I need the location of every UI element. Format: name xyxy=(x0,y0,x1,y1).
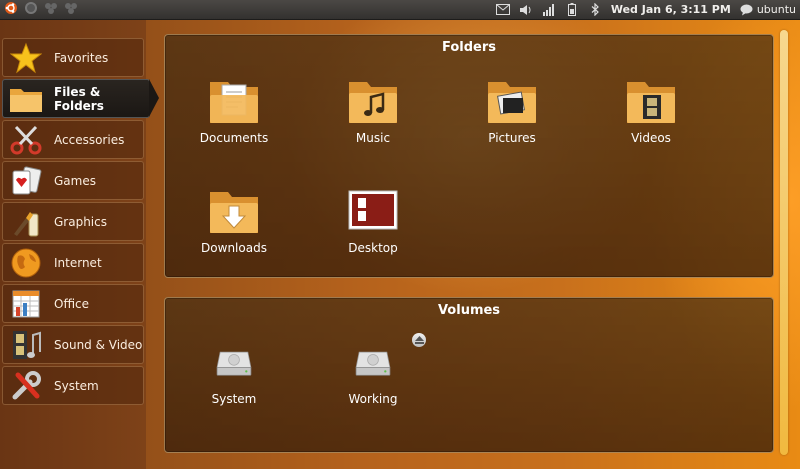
sidebar-item-office[interactable]: Office xyxy=(2,284,144,323)
volume-working[interactable]: Working xyxy=(308,346,438,406)
sidebar-item-favorites[interactable]: Favorites xyxy=(2,38,144,77)
chat-icon xyxy=(740,3,754,17)
paintbrush-icon xyxy=(9,205,43,239)
folder-label: Downloads xyxy=(201,241,267,255)
ubuntu-logo-icon[interactable] xyxy=(4,1,18,15)
downloads-folder-icon xyxy=(210,192,258,233)
folder-label: Documents xyxy=(199,131,269,145)
folder-label: Desktop xyxy=(348,241,398,255)
folder-desktop[interactable]: Desktop xyxy=(308,187,438,255)
folder-pictures[interactable]: Pictures xyxy=(447,77,577,145)
sidebar-item-label: Files & Folders xyxy=(54,84,104,113)
hard-drive-icon xyxy=(216,351,252,376)
folder-videos[interactable]: Videos xyxy=(586,77,716,145)
user-name: ubuntu xyxy=(756,3,796,16)
sidebar-item-games[interactable]: Games xyxy=(2,161,144,200)
clock[interactable]: Wed Jan 6, 3:11 PM xyxy=(611,3,731,16)
firefox-icon[interactable] xyxy=(24,1,38,15)
sidebar-item-system[interactable]: System xyxy=(2,366,144,405)
documents-folder-icon xyxy=(210,82,258,123)
scissors-icon xyxy=(9,123,43,157)
sidebar-item-label: Graphics xyxy=(54,214,107,229)
folder-downloads[interactable]: Downloads xyxy=(169,187,299,255)
sidebar-item-label: Sound & Video xyxy=(54,337,143,352)
sidebar-item-label: Favorites xyxy=(54,50,109,65)
battery-icon[interactable] xyxy=(565,3,579,17)
top-panel: Wed Jan 6, 3:11 PM ubuntu xyxy=(0,0,800,20)
music-folder-icon xyxy=(349,82,397,123)
sidebar-item-sound-video[interactable]: Sound & Video xyxy=(2,325,144,364)
sidebar-item-label: Games xyxy=(54,173,96,188)
folders-panel: Folders Documents Music Pictures Videos … xyxy=(164,34,774,278)
hard-drive-icon xyxy=(355,351,391,376)
star-icon xyxy=(9,41,43,75)
volume-system[interactable]: System xyxy=(169,346,299,406)
folder-label: Music xyxy=(355,131,391,145)
folder-label: Pictures xyxy=(488,131,536,145)
folder-label: Videos xyxy=(631,131,671,145)
tools-icon xyxy=(9,369,43,403)
volume-label: Working xyxy=(348,392,398,406)
filmstrip-icon xyxy=(9,328,43,362)
globe-icon xyxy=(9,246,43,280)
scrollbar[interactable] xyxy=(780,30,788,455)
group-icon[interactable] xyxy=(64,1,78,15)
volume-icon[interactable] xyxy=(519,3,533,17)
volume-label: System xyxy=(211,392,257,406)
folder-music[interactable]: Music xyxy=(308,77,438,145)
spreadsheet-icon xyxy=(9,287,43,321)
folder-icon xyxy=(9,82,43,116)
category-sidebar: Favorites Files & Folders Accessories Ga… xyxy=(2,38,159,407)
bluetooth-icon[interactable] xyxy=(588,3,602,17)
sidebar-item-label: Internet xyxy=(54,255,102,270)
sidebar-item-graphics[interactable]: Graphics xyxy=(2,202,144,241)
mail-icon[interactable] xyxy=(495,3,510,17)
eject-icon xyxy=(414,336,424,344)
group-icon[interactable] xyxy=(44,1,58,15)
desktop-icon xyxy=(348,190,398,230)
sidebar-item-internet[interactable]: Internet xyxy=(2,243,144,282)
sidebar-item-accessories[interactable]: Accessories xyxy=(2,120,144,159)
sidebar-item-label: Accessories xyxy=(54,132,125,147)
signal-icon[interactable] xyxy=(542,3,556,17)
sidebar-item-label: System xyxy=(54,378,99,393)
eject-button[interactable] xyxy=(412,333,426,347)
volumes-panel: Volumes System Working xyxy=(164,297,774,453)
folder-documents[interactable]: Documents xyxy=(169,77,299,145)
pictures-folder-icon xyxy=(488,82,536,123)
user-menu[interactable]: ubuntu xyxy=(740,3,796,17)
sidebar-item-label: Office xyxy=(54,296,90,311)
videos-folder-icon xyxy=(627,82,675,123)
cards-icon xyxy=(9,164,43,198)
folders-title: Folders xyxy=(441,40,496,55)
volumes-title: Volumes xyxy=(437,303,501,318)
sidebar-item-files-folders[interactable]: Files & Folders xyxy=(2,79,159,118)
